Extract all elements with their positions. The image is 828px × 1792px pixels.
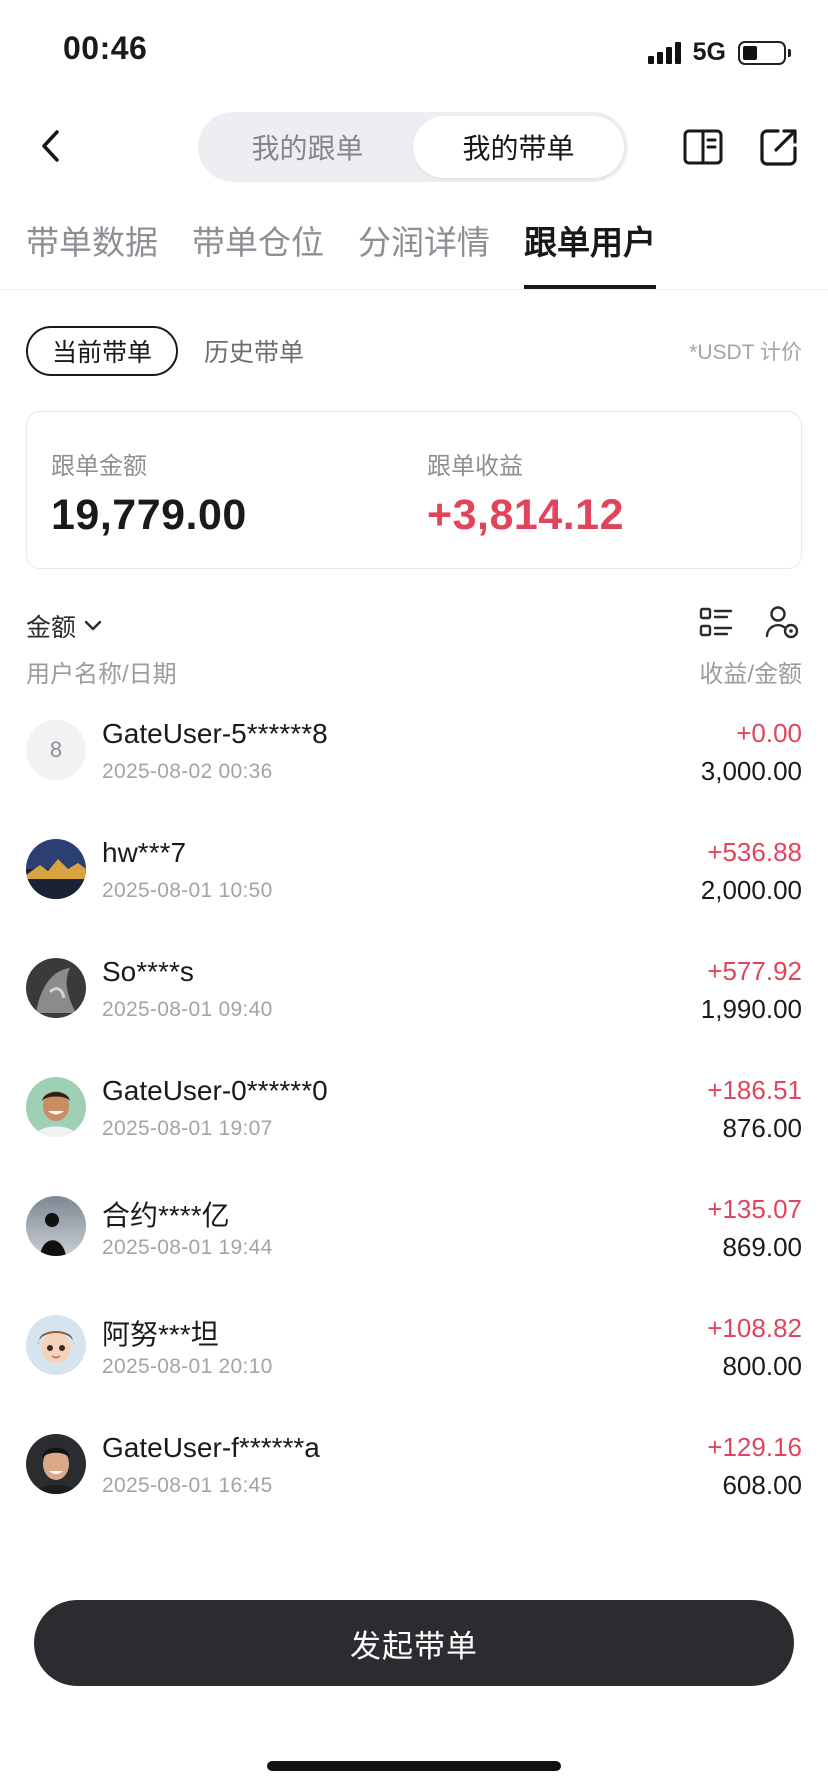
user-name: 合约****亿: [102, 1200, 230, 1231]
follow-profit: 跟单收益 +3,814.12: [427, 446, 624, 540]
col-profit-amount: 收益/金额: [699, 661, 802, 688]
guide-button[interactable]: [680, 124, 726, 170]
avatar: [26, 1077, 86, 1137]
follow-date: 2025-08-01 16:45: [102, 1474, 273, 1497]
avatar: [26, 958, 86, 1018]
start-lead-button[interactable]: 发起带单: [34, 1600, 794, 1686]
user-profit: +0.00: [736, 718, 802, 748]
sort-dropdown[interactable]: 金额: [26, 608, 102, 644]
user-name: So****s: [102, 956, 194, 987]
book-icon: [683, 129, 723, 165]
follow-amount-label: 跟单金额: [51, 453, 147, 480]
avatar: [26, 839, 86, 899]
segment-my-follow[interactable]: 我的跟单: [202, 116, 413, 178]
list-item[interactable]: 8 GateUser-5******8 2025-08-02 00:36 +0.…: [26, 700, 802, 819]
user-name: GateUser-0******0: [102, 1075, 328, 1106]
list-view-button[interactable]: [696, 602, 736, 642]
user-profit: +129.16: [707, 1432, 802, 1462]
user-profit: +108.82: [707, 1313, 802, 1343]
follow-amount-value: 19,779.00: [51, 491, 247, 539]
tab-followers[interactable]: 跟单用户: [524, 206, 656, 289]
signal-icon: [647, 41, 681, 64]
user-amount: 3,000.00: [700, 756, 802, 786]
follow-date: 2025-08-01 19:07: [102, 1117, 273, 1140]
follow-date: 2025-08-01 09:40: [102, 998, 273, 1021]
unit-note: *USDT 计价: [689, 341, 802, 364]
list-icon: [699, 607, 733, 637]
battery-icon: [738, 40, 791, 65]
user-settings-icon: [765, 606, 799, 639]
network-type: 5G: [692, 38, 726, 66]
list-item[interactable]: So****s 2025-08-01 09:40 +577.92 1,990.0…: [26, 938, 802, 1057]
mode-segmented-control: 我的跟单 我的带单: [198, 112, 628, 182]
filter-row: 当前带单 历史带单 *USDT 计价: [26, 326, 802, 376]
follow-date: 2025-08-01 19:44: [102, 1236, 273, 1259]
summary-card: 跟单金额 19,779.00 跟单收益 +3,814.12: [26, 411, 802, 569]
user-profit: +536.88: [707, 837, 802, 867]
share-icon: [760, 129, 797, 166]
user-amount: 608.00: [722, 1470, 802, 1500]
avatar: [26, 1434, 86, 1494]
user-name: GateUser-f******a: [102, 1432, 320, 1463]
sort-row: 金额: [26, 602, 802, 646]
list-item[interactable]: hw***7 2025-08-01 10:50 +536.88 2,000.00: [26, 819, 802, 938]
status-bar: 00:46 5G: [0, 0, 828, 100]
back-button[interactable]: [28, 123, 74, 169]
follow-date: 2025-08-01 10:50: [102, 879, 273, 902]
col-user-date: 用户名称/日期: [26, 661, 177, 688]
list-item[interactable]: 合约****亿 2025-08-01 19:44 +135.07 869.00: [26, 1176, 802, 1295]
status-indicators: 5G: [647, 38, 791, 67]
user-amount: 869.00: [722, 1232, 802, 1262]
avatar: [26, 1196, 86, 1256]
list-item[interactable]: GateUser-f******a 2025-08-01 16:45 +129.…: [26, 1414, 802, 1533]
avatar: 8: [26, 720, 86, 780]
tab-profit-share[interactable]: 分润详情: [358, 206, 490, 289]
follow-date: 2025-08-02 00:36: [102, 760, 273, 783]
user-amount: 800.00: [722, 1351, 802, 1381]
user-profit: +135.07: [707, 1194, 802, 1224]
user-profit: +577.92: [707, 956, 802, 986]
user-profit: +186.51: [707, 1075, 802, 1105]
follow-profit-value: +3,814.12: [427, 491, 624, 539]
user-amount: 876.00: [722, 1113, 802, 1143]
filter-history-lead[interactable]: 历史带单: [204, 326, 304, 376]
follower-settings-button[interactable]: [762, 602, 802, 642]
follow-amount: 跟单金额 19,779.00: [51, 446, 247, 540]
share-button[interactable]: [756, 124, 802, 170]
user-amount: 2,000.00: [700, 875, 802, 905]
user-name: hw***7: [102, 837, 187, 868]
sort-label: 金额: [26, 614, 77, 642]
avatar: [26, 1315, 86, 1375]
nav-header: 我的跟单 我的带单: [0, 110, 828, 184]
list-column-header: 用户名称/日期 收益/金额: [26, 654, 802, 690]
follow-date: 2025-08-01 20:10: [102, 1355, 273, 1378]
status-time: 00:46: [63, 30, 148, 66]
tab-lead-data[interactable]: 带单数据: [26, 206, 158, 289]
user-amount: 1,990.00: [700, 994, 802, 1024]
list-item[interactable]: 阿努***坦 2025-08-01 20:10 +108.82 800.00: [26, 1295, 802, 1414]
follower-list: 8 GateUser-5******8 2025-08-02 00:36 +0.…: [26, 700, 802, 1533]
user-name: 阿努***坦: [102, 1319, 219, 1350]
home-indicator: [267, 1761, 561, 1771]
back-icon: [42, 130, 59, 162]
section-tabs: 带单数据 带单仓位 分润详情 跟单用户: [0, 206, 828, 290]
user-name: GateUser-5******8: [102, 718, 328, 749]
follow-profit-label: 跟单收益: [427, 453, 523, 480]
chevron-down-icon: [84, 620, 102, 631]
tab-lead-positions[interactable]: 带单仓位: [192, 206, 324, 289]
filter-current-lead[interactable]: 当前带单: [26, 326, 179, 376]
list-item[interactable]: GateUser-0******0 2025-08-01 19:07 +186.…: [26, 1057, 802, 1176]
segment-my-lead[interactable]: 我的带单: [413, 116, 624, 178]
